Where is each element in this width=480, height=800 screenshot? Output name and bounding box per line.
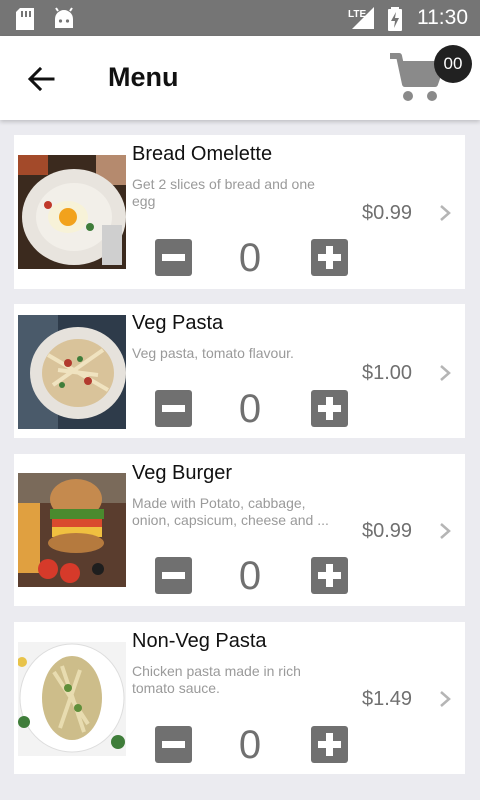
veg-burger-photo xyxy=(18,473,126,587)
chevron-right-icon[interactable] xyxy=(438,204,452,222)
item-name: Veg Pasta xyxy=(132,312,224,334)
battery-charging-icon xyxy=(388,7,402,31)
signal-icon: LTE xyxy=(348,7,374,29)
plus-icon-v xyxy=(326,397,333,420)
item-price: $0.99 xyxy=(362,202,413,224)
item-description: Made with Potato, cabbage, onion, capsic… xyxy=(132,495,329,528)
cart-count-badge: 00 xyxy=(434,45,472,83)
decrease-quantity-button[interactable] xyxy=(155,390,192,427)
item-price: $1.49 xyxy=(362,688,413,710)
app-bar: Menu 00 xyxy=(0,36,480,120)
item-name: Bread Omelette xyxy=(132,143,273,165)
increase-quantity-button[interactable] xyxy=(311,239,348,276)
plus-icon-v xyxy=(326,246,333,269)
item-name: Veg Burger xyxy=(132,462,233,484)
back-arrow-icon[interactable] xyxy=(26,64,56,94)
menu-item-card[interactable]: Bread Omelette Get 2 slices of bread and… xyxy=(14,135,465,289)
item-price: $0.99 xyxy=(362,520,413,542)
quantity-value: 0 xyxy=(238,236,262,280)
decrease-quantity-button[interactable] xyxy=(155,239,192,276)
menu-item-card[interactable]: Non-Veg Pasta Chicken pasta made in rich… xyxy=(14,622,465,774)
quantity-value: 0 xyxy=(238,723,262,767)
item-description: Get 2 slices of bread and one egg xyxy=(132,176,315,209)
page-title: Menu xyxy=(108,62,179,92)
non-veg-pasta-photo xyxy=(18,642,126,756)
quantity-value: 0 xyxy=(238,554,262,598)
veg-pasta-photo xyxy=(18,315,126,429)
android-icon xyxy=(55,7,73,28)
increase-quantity-button[interactable] xyxy=(311,390,348,427)
quantity-value: 0 xyxy=(238,387,262,431)
menu-item-card[interactable]: Veg Burger Made with Potato, cabbage, on… xyxy=(14,454,465,606)
clock: 11:30 xyxy=(417,6,468,29)
decrease-quantity-button[interactable] xyxy=(155,557,192,594)
sd-card-icon xyxy=(16,8,34,30)
increase-quantity-button[interactable] xyxy=(311,726,348,763)
minus-icon xyxy=(162,572,185,579)
chevron-right-icon[interactable] xyxy=(438,690,452,708)
minus-icon xyxy=(162,405,185,412)
item-description: Veg pasta, tomato flavour. xyxy=(132,345,294,361)
item-price: $1.00 xyxy=(362,362,413,384)
item-name: Non-Veg Pasta xyxy=(132,630,267,652)
chevron-right-icon[interactable] xyxy=(438,364,452,382)
plus-icon-v xyxy=(326,564,333,587)
menu-item-card[interactable]: Veg Pasta Veg pasta, tomato flavour. 0 $… xyxy=(14,304,465,438)
minus-icon xyxy=(162,254,185,261)
status-bar: LTE 11:30 xyxy=(0,0,480,36)
plus-icon-v xyxy=(326,733,333,756)
item-description: Chicken pasta made in rich tomato sauce. xyxy=(132,663,301,696)
minus-icon xyxy=(162,741,185,748)
decrease-quantity-button[interactable] xyxy=(155,726,192,763)
chevron-right-icon[interactable] xyxy=(438,522,452,540)
bread-omelette-photo xyxy=(18,155,126,269)
increase-quantity-button[interactable] xyxy=(311,557,348,594)
